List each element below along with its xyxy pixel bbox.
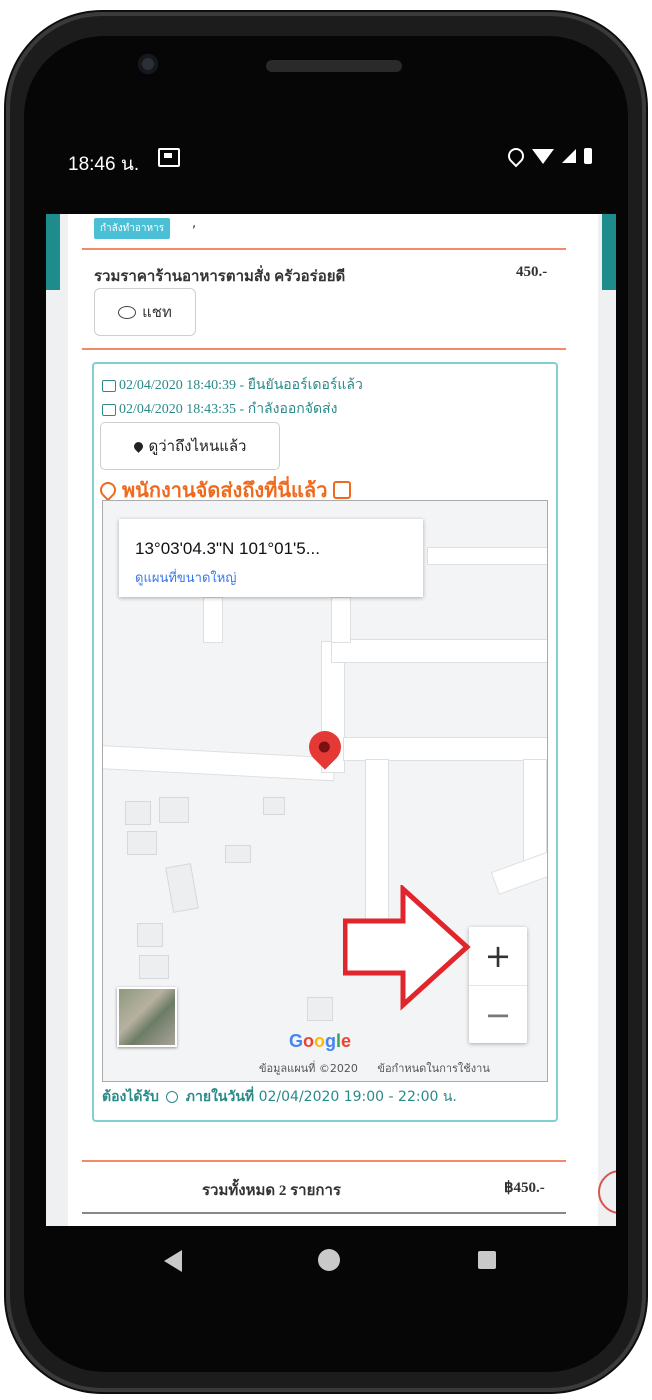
- status-time: 18:46 น.: [68, 154, 140, 175]
- android-navigation-bar: [46, 1226, 616, 1296]
- order-total-label: รวมทั้งหมด 2 รายการ: [202, 1183, 341, 1199]
- order-card: กำลังทำอาหาร , รวมราคาร้านอาหารตามสั่ง ค…: [68, 214, 598, 1226]
- red-arrow-annotation-icon: [343, 885, 471, 1011]
- map-data-credit: ข้อมูลแผนที่ ©2020: [259, 1062, 358, 1075]
- gallery-notification-icon: [158, 148, 180, 167]
- status-log-entry: 02/04/2020 18:43:35 - กำลังออกจัดส่ง: [102, 398, 337, 420]
- map-road: [103, 744, 336, 782]
- map-marker-icon: [131, 439, 145, 453]
- divider: [82, 1212, 566, 1214]
- map-marker-icon: [96, 478, 120, 502]
- restaurant-subtotal-label: รวมราคาร้านอาหารตามสั่ง ครัวอร่อยดี: [94, 269, 346, 285]
- recent-apps-icon[interactable]: [478, 1251, 496, 1269]
- divider: [82, 248, 566, 250]
- track-location-label: ดูว่าถึงไหนแล้ว: [148, 437, 247, 455]
- map-attribution: ข้อมูลแผนที่ ©2020 ข้อกำหนดในการใช้งาน: [259, 1059, 490, 1077]
- back-icon[interactable]: [164, 1250, 182, 1272]
- view-larger-map-link[interactable]: ดูแผนที่ขนาดใหญ่: [135, 567, 236, 588]
- satellite-view-toggle[interactable]: [117, 987, 177, 1047]
- hand-point-icon: [333, 481, 352, 499]
- thumbs-up-icon: [102, 379, 116, 392]
- map-building: [165, 863, 199, 913]
- header-accent-left: [46, 214, 60, 290]
- map-building: [225, 845, 251, 863]
- zoom-out-button[interactable]: −: [469, 985, 527, 1044]
- zoom-in-button[interactable]: +: [469, 927, 527, 985]
- order-total-value: ฿450.-: [504, 1180, 545, 1196]
- map-road: [343, 737, 547, 761]
- delivery-window: ต้องได้รับ ภายในวันที่ 02/04/2020 19:00 …: [102, 1086, 457, 1108]
- cart-icon: [102, 403, 116, 416]
- divider: [82, 348, 566, 350]
- embedded-google-map[interactable]: 13°03'04.3"N 101°01'5... ดูแผนที่ขนาดใหญ…: [102, 500, 548, 1082]
- map-building: [139, 955, 169, 979]
- map-building: [307, 997, 333, 1021]
- track-location-button[interactable]: ดูว่าถึงไหนแล้ว: [100, 422, 280, 470]
- map-terms-link[interactable]: ข้อกำหนดในการใช้งาน: [377, 1062, 489, 1075]
- wifi-icon: [532, 148, 554, 164]
- badge-separator: ,: [192, 216, 197, 231]
- status-badge: กำลังทำอาหาร: [94, 218, 171, 239]
- location-icon: [504, 144, 528, 168]
- delivery-tracking-panel: 02/04/2020 18:40:39 - ยืนยันออร์เดอร์แล้…: [92, 362, 558, 1122]
- map-building: [137, 923, 163, 947]
- map-road: [427, 547, 547, 565]
- home-icon[interactable]: [318, 1249, 340, 1271]
- status-log-entry: 02/04/2020 18:40:39 - ยืนยันออร์เดอร์แล้…: [102, 374, 363, 396]
- header-accent-right: [602, 214, 616, 290]
- delivery-prefix: ต้องได้รับ: [102, 1089, 159, 1105]
- delivery-within-label: ภายในวันที่: [185, 1089, 255, 1105]
- google-logo: Google: [289, 1031, 352, 1051]
- clock-icon: [166, 1091, 179, 1103]
- status-bar: 18:46 น.: [46, 140, 606, 180]
- map-info-window: 13°03'04.3"N 101°01'5... ดูแผนที่ขนาดใหญ…: [119, 519, 423, 597]
- map-road: [490, 851, 547, 895]
- map-zoom-control: + −: [469, 927, 527, 1043]
- front-camera: [138, 54, 158, 74]
- earpiece-speaker: [266, 60, 402, 72]
- map-road: [331, 639, 547, 663]
- map-building: [127, 831, 157, 855]
- coordinates-text: 13°03'04.3"N 101°01'5...: [135, 539, 320, 558]
- floating-action-button[interactable]: [598, 1170, 616, 1214]
- divider: [82, 1160, 566, 1162]
- map-building: [159, 797, 189, 823]
- map-building: [263, 797, 285, 815]
- cellular-signal-icon: [562, 149, 576, 163]
- chat-button-label: แชท: [142, 303, 172, 321]
- map-building: [125, 801, 151, 825]
- map-road: [331, 597, 351, 643]
- app-screen: กำลังทำอาหาร , รวมราคาร้านอาหารตามสั่ง ค…: [46, 214, 616, 1226]
- map-road: [203, 597, 223, 643]
- chat-bubble-icon: [118, 305, 137, 319]
- delivery-window-time: 02/04/2020 19:00 - 22:00 น.: [258, 1089, 457, 1105]
- restaurant-subtotal-value: 450.-: [516, 264, 548, 280]
- chat-button[interactable]: แชท: [94, 288, 196, 336]
- status-icons: [504, 144, 592, 168]
- battery-icon: [584, 148, 592, 164]
